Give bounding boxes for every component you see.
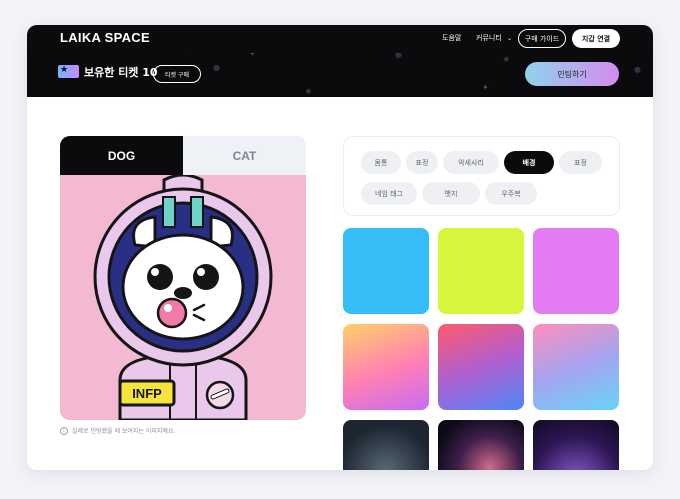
left-ear-tag	[162, 196, 176, 228]
right-eye	[193, 264, 219, 290]
background-swatch[interactable]	[438, 228, 524, 314]
background-swatch[interactable]	[343, 420, 429, 470]
top-nav: LAIKA SPACE 도움말 커뮤니티 ⌄ 구매 가이드 지갑 연결	[27, 25, 653, 53]
category-chip[interactable]: 몸통	[361, 151, 401, 174]
ticket-icon: ★	[58, 65, 79, 78]
connect-wallet-button[interactable]: 지갑 연결	[572, 29, 620, 48]
star-decor-icon: ●	[213, 63, 220, 72]
category-chip[interactable]: 악세사리	[443, 151, 499, 174]
right-eye-shine	[197, 268, 205, 276]
left-eye	[147, 264, 173, 290]
category-panel: 몸통 표정 악세사리 배경 표정 네임 태그 뱃지 우주복	[343, 136, 620, 216]
info-icon: i	[60, 426, 68, 435]
name-badge-text: INFP	[132, 386, 162, 401]
character-preview: DOG CAT INFP	[60, 136, 306, 420]
category-chip-active[interactable]: 배경	[504, 151, 554, 174]
background-swatch[interactable]	[438, 420, 524, 470]
background-swatch[interactable]	[343, 324, 429, 410]
right-ear-tag	[190, 196, 204, 228]
background-swatch[interactable]	[343, 228, 429, 314]
category-chip[interactable]: 표정	[406, 151, 438, 174]
star-decor-icon: ●	[634, 65, 641, 74]
background-swatch[interactable]	[533, 420, 619, 470]
buy-ticket-button[interactable]: 티켓 구매	[153, 65, 201, 83]
nav-link-community-label: 커뮤니티	[476, 34, 502, 42]
tab-dog[interactable]: DOG	[60, 136, 183, 175]
background-swatch[interactable]	[438, 324, 524, 410]
category-chip[interactable]: 표정	[559, 151, 602, 174]
star-decor-icon: ✸	[503, 55, 510, 64]
left-eye-shine	[151, 268, 159, 276]
nav-link-community[interactable]: 커뮤니티 ⌄	[476, 33, 512, 43]
category-chip[interactable]: 뱃지	[422, 182, 480, 205]
category-chip[interactable]: 네임 태그	[361, 182, 417, 205]
species-tabs: DOG CAT	[60, 136, 306, 175]
preview-note: i 실제로 민팅했을 때 보여지는 이미지예요.	[60, 426, 175, 435]
star-decor-icon: ✸	[305, 87, 312, 96]
background-swatch[interactable]	[533, 228, 619, 314]
tab-cat[interactable]: CAT	[183, 136, 306, 175]
nav-link-help[interactable]: 도움말	[442, 33, 461, 43]
bubble-gum	[156, 297, 188, 329]
star-decor-icon: ✦	[482, 83, 489, 92]
app-window: LAIKA SPACE 도움말 커뮤니티 ⌄ 구매 가이드 지갑 연결 ✦ ● …	[27, 25, 653, 470]
purchase-guide-button[interactable]: 구매 가이드	[518, 29, 566, 48]
nose	[174, 287, 192, 299]
bubble-gum-shine	[164, 304, 172, 312]
star-decor-icon: ✦	[182, 53, 189, 56]
dog-astronaut-illustration: INFP	[60, 175, 306, 420]
background-swatch[interactable]	[533, 324, 619, 410]
chevron-down-icon: ⌄	[507, 35, 513, 42]
star-decor-icon: ●	[395, 53, 402, 59]
mint-button[interactable]: 민팅하기	[525, 62, 619, 86]
ticket-count: 보유한 티켓 10	[84, 66, 158, 79]
preview-note-text: 실제로 민팅했을 때 보여지는 이미지예요.	[72, 428, 176, 435]
category-chip[interactable]: 우주복	[485, 182, 537, 205]
star-decor-icon: ✦	[249, 53, 256, 58]
logo[interactable]: LAIKA SPACE	[60, 30, 150, 45]
ticket-banner: ✦ ● ✦ ✸ ● ✦ ✸ ● ★ 보유한 티켓 10 티켓 구매 민팅하기	[27, 53, 653, 97]
